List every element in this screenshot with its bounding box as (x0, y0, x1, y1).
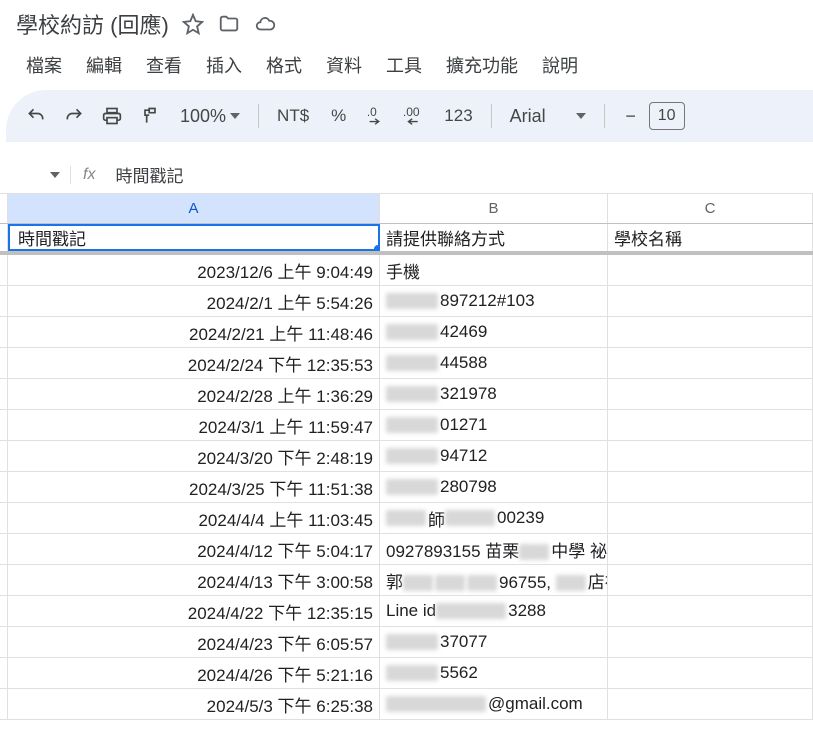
divider (258, 104, 259, 128)
menu-help[interactable]: 說明 (532, 48, 588, 82)
doc-title[interactable]: 學校約訪 (回應) (16, 8, 169, 40)
zoom-select[interactable]: 100% (172, 102, 248, 131)
menu-bar: 檔案 編輯 查看 插入 格式 資料 工具 擴充功能 說明 (16, 44, 797, 90)
cell[interactable]: xxxx897212#103 (380, 286, 608, 316)
zoom-value: 100% (180, 106, 226, 127)
cell[interactable]: 2024/2/28 上午 1:36:29 (8, 379, 380, 409)
cell[interactable] (608, 348, 813, 378)
cell[interactable] (608, 565, 813, 595)
cell[interactable] (608, 441, 813, 471)
cell[interactable]: 2024/3/20 下午 2:48:19 (8, 441, 380, 471)
cell[interactable]: xxxx42469 (380, 317, 608, 347)
cell[interactable]: 2024/2/24 下午 12:35:53 (8, 348, 380, 378)
name-box[interactable] (10, 172, 70, 178)
cell[interactable]: xxxx01271 (380, 410, 608, 440)
toolbar: 100% NT$ % .0 .00 123 Arial − 10 (6, 90, 813, 142)
percent-button[interactable]: % (323, 102, 354, 130)
cell[interactable]: xxxx44588 (380, 348, 608, 378)
cell[interactable] (608, 689, 813, 719)
cell[interactable]: 2024/4/22 下午 12:35:15 (8, 596, 380, 626)
paint-format-icon[interactable] (134, 100, 166, 132)
cell[interactable]: xxxx@gmail.com (380, 689, 608, 719)
cell[interactable]: xxxx321978 (380, 379, 608, 409)
cell[interactable]: xxxx280798 (380, 472, 608, 502)
undo-icon[interactable] (20, 100, 52, 132)
cell[interactable]: 2024/4/4 上午 11:03:45 (8, 503, 380, 533)
folder-icon[interactable] (217, 12, 241, 36)
cell[interactable] (608, 379, 813, 409)
menu-insert[interactable]: 插入 (196, 48, 252, 82)
formula-bar: fx 時間戳記 (0, 156, 813, 194)
menu-edit[interactable]: 編輯 (76, 48, 132, 82)
cell[interactable]: 手機 (380, 255, 608, 285)
col-header-b[interactable]: B (380, 194, 608, 223)
cell[interactable]: 2024/3/25 下午 11:51:38 (8, 472, 380, 502)
increase-decimal-button[interactable]: .00 (398, 100, 430, 132)
cell[interactable]: 2024/4/13 下午 3:00:58 (8, 565, 380, 595)
menu-file[interactable]: 檔案 (16, 48, 72, 82)
cell[interactable]: xxxx5562 (380, 658, 608, 688)
spreadsheet: A B C 時間戳記 請提供聯絡方式 學校名稱 2023/12/6 上午 9:0… (0, 194, 813, 720)
number-format-button[interactable]: 123 (436, 102, 480, 130)
menu-data[interactable]: 資料 (316, 48, 372, 82)
redo-icon[interactable] (58, 100, 90, 132)
decrease-decimal-button[interactable]: .0 (360, 100, 392, 132)
cell[interactable]: 0927893155 苗栗xx中學 祕書xx█ (380, 534, 608, 564)
col-header-c[interactable]: C (608, 194, 813, 223)
cell[interactable] (608, 472, 813, 502)
cell[interactable]: xxxx94712 (380, 441, 608, 471)
cell[interactable] (608, 410, 813, 440)
star-icon[interactable] (181, 12, 205, 36)
decrease-font-button[interactable]: − (615, 100, 647, 132)
divider (604, 104, 605, 128)
print-icon[interactable] (96, 100, 128, 132)
cell[interactable] (608, 255, 813, 285)
cell[interactable] (608, 317, 813, 347)
cell[interactable] (608, 286, 813, 316)
cell[interactable]: 2024/2/1 上午 5:54:26 (8, 286, 380, 316)
cell[interactable]: 郭xxxxxx96755, xx店在高雄市明誠路上 (380, 565, 608, 595)
chevron-down-icon (576, 113, 586, 119)
cell[interactable]: 2023/12/6 上午 9:04:49 (8, 255, 380, 285)
font-size-input[interactable]: 10 (649, 102, 685, 130)
cell[interactable]: 學校名稱 (608, 224, 813, 251)
font-name: Arial (510, 106, 546, 127)
chevron-down-icon (230, 113, 240, 119)
cell[interactable]: 請提供聯絡方式 (380, 224, 608, 251)
col-header-a[interactable]: A (8, 194, 380, 223)
menu-tools[interactable]: 工具 (376, 48, 432, 82)
menu-view[interactable]: 查看 (136, 48, 192, 82)
cloud-icon[interactable] (253, 12, 277, 36)
divider (491, 104, 492, 128)
menu-extensions[interactable]: 擴充功能 (436, 48, 528, 82)
cell[interactable]: 2024/4/23 下午 6:05:57 (8, 627, 380, 657)
svg-text:.0: .0 (367, 106, 377, 119)
cell[interactable]: Line id xxxx3288 (380, 596, 608, 626)
menu-format[interactable]: 格式 (256, 48, 312, 82)
cell-selected[interactable]: 時間戳記 (8, 224, 380, 251)
cell[interactable]: 2024/4/12 下午 5:04:17 (8, 534, 380, 564)
chevron-down-icon (50, 172, 60, 178)
cell[interactable] (608, 596, 813, 626)
cell[interactable]: xxxx37077 (380, 627, 608, 657)
svg-text:.00: .00 (403, 106, 420, 119)
cell[interactable]: xxxx師xxxx00239 (380, 503, 608, 533)
formula-content[interactable]: 時間戳記 (107, 162, 183, 187)
font-select[interactable]: Arial (502, 102, 594, 131)
cell[interactable] (608, 534, 813, 564)
select-all-cell[interactable] (0, 194, 8, 223)
cell[interactable] (608, 658, 813, 688)
cell[interactable]: 2024/5/3 下午 6:25:38 (8, 689, 380, 719)
cell[interactable] (608, 627, 813, 657)
currency-button[interactable]: NT$ (269, 102, 317, 130)
cell[interactable]: 2024/4/26 下午 5:21:16 (8, 658, 380, 688)
cell[interactable] (608, 503, 813, 533)
cell[interactable]: 2024/3/1 上午 11:59:47 (8, 410, 380, 440)
cell[interactable]: 2024/2/21 上午 11:48:46 (8, 317, 380, 347)
fx-icon: fx (70, 166, 107, 184)
